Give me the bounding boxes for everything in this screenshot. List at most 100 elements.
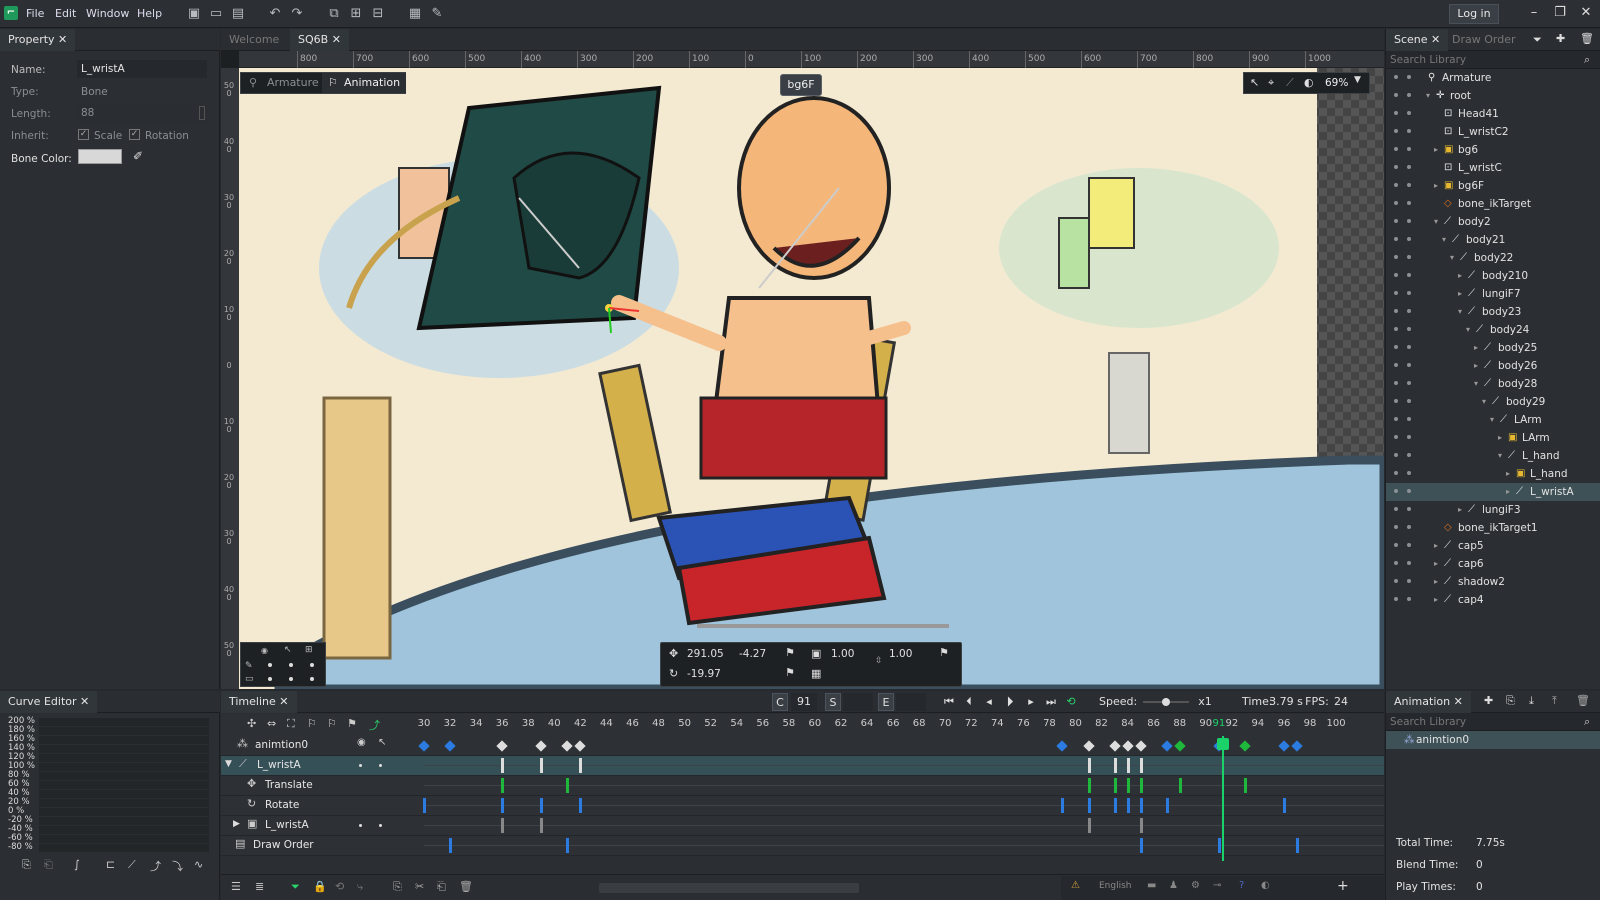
- login-button[interactable]: Log in: [1449, 4, 1499, 24]
- keyframe-marker[interactable]: [535, 740, 547, 752]
- visibility-toggle-icon[interactable]: [1394, 93, 1398, 97]
- keyframe-marker[interactable]: [1087, 798, 1091, 813]
- lock-toggle-icon[interactable]: [1407, 507, 1411, 511]
- keyframe-marker[interactable]: [1121, 740, 1134, 752]
- visibility-toggle-icon[interactable]: [1394, 543, 1398, 547]
- keyframe-marker[interactable]: [444, 740, 456, 752]
- new-file-icon[interactable]: ▣: [185, 5, 203, 23]
- row-visibility-dot[interactable]: [359, 764, 362, 767]
- scene-tree-row[interactable]: ▾ ⟋ body22: [1386, 249, 1600, 267]
- keyframe-marker[interactable]: [418, 740, 430, 752]
- keyframe-marker[interactable]: [1113, 798, 1117, 813]
- timeline-row[interactable]: ▤ Draw Order: [221, 836, 1384, 856]
- eye-icon[interactable]: ◉: [357, 737, 366, 748]
- keyframe-marker[interactable]: [579, 758, 583, 773]
- expand-arrow-icon[interactable]: ▾: [1434, 213, 1438, 231]
- visibility-toggle-icon[interactable]: [1394, 453, 1398, 457]
- visibility-toggle-icon[interactable]: [1394, 525, 1398, 529]
- scene-tree-row[interactable]: ◇ bone_ikTarget: [1386, 195, 1600, 213]
- timeline-row[interactable]: ⁂ animtion0 ◉ ↖: [221, 736, 1384, 756]
- visibility-toggle-icon[interactable]: [1394, 255, 1398, 259]
- expand-arrow-icon[interactable]: ▾: [1490, 411, 1494, 429]
- anchor-dot[interactable]: [289, 677, 293, 681]
- scene-tree-row[interactable]: ▸ ⟋ body26: [1386, 357, 1600, 375]
- visibility-toggle-icon[interactable]: [1394, 399, 1398, 403]
- scene-tree-row[interactable]: ▸ ▣ L_hand: [1386, 465, 1600, 483]
- menu-window[interactable]: Window: [86, 7, 129, 20]
- curve-custom-icon[interactable]: ∫: [74, 858, 80, 871]
- keyframe-marker[interactable]: [1239, 740, 1251, 752]
- lock-toggle-icon[interactable]: [1407, 291, 1411, 295]
- lock-toggle-icon[interactable]: [1407, 309, 1411, 313]
- timeline-row[interactable]: ▶ ▣ L_wristA: [221, 816, 1384, 836]
- visibility-toggle-icon[interactable]: [1394, 309, 1398, 313]
- curve-paste-icon[interactable]: ⎗: [44, 858, 53, 872]
- keyframe-marker[interactable]: [501, 798, 505, 813]
- expand-arrow-icon[interactable]: ▾: [1426, 87, 1430, 105]
- keyframe-marker[interactable]: [423, 798, 426, 813]
- scale-link-icon[interactable]: ⇳: [875, 656, 883, 666]
- keyframe-track[interactable]: [424, 776, 1384, 796]
- keyframe-marker[interactable]: [1061, 798, 1065, 813]
- lock-toggle-icon[interactable]: [1407, 435, 1411, 439]
- anchor-dot[interactable]: [289, 663, 293, 667]
- language-label[interactable]: English: [1099, 881, 1132, 891]
- open-folder-icon[interactable]: ▭: [207, 5, 225, 23]
- expand-arrow-icon[interactable]: ▾: [1498, 447, 1502, 465]
- lock-toggle-icon[interactable]: [1407, 183, 1411, 187]
- lock-toggle-icon[interactable]: [1407, 201, 1411, 205]
- scene-tree-row[interactable]: ⊡ Head41: [1386, 105, 1600, 123]
- tab-animation[interactable]: Animation ✕: [1386, 691, 1471, 713]
- brush-tool-icon[interactable]: ⟋: [1286, 76, 1294, 90]
- scene-tree-row[interactable]: ▸ ⟋ body25: [1386, 339, 1600, 357]
- expand-arrow-icon[interactable]: ▾: [1450, 249, 1454, 267]
- keyframe-marker[interactable]: [1126, 778, 1130, 793]
- visibility-toggle-icon[interactable]: [1394, 291, 1398, 295]
- keyframe-marker[interactable]: [1296, 838, 1299, 853]
- lock-toggle-icon[interactable]: [1407, 471, 1411, 475]
- lock-toggle-icon[interactable]: [1407, 237, 1411, 241]
- curve-linear-icon[interactable]: ⟋: [128, 858, 136, 872]
- tab-curve-editor[interactable]: Curve Editor ✕: [0, 691, 98, 713]
- lock-toggle-icon[interactable]: [1407, 129, 1411, 133]
- delete-animation-icon[interactable]: 🗑: [1576, 694, 1590, 707]
- pointer-icon[interactable]: ↖: [378, 737, 386, 748]
- grid-mini-icon[interactable]: ⊞: [305, 645, 313, 655]
- help-icon[interactable]: ?: [1239, 880, 1244, 891]
- visibility-toggle-icon[interactable]: [1394, 273, 1398, 277]
- keyframe-track[interactable]: [423, 796, 1384, 816]
- timeline-row[interactable]: ✥ Translate: [221, 776, 1384, 796]
- play-times-value[interactable]: 0: [1476, 881, 1483, 893]
- curve-copy-icon[interactable]: ⎘: [22, 858, 31, 872]
- rotation-checkbox[interactable]: ✓: [129, 129, 140, 140]
- scene-tree-row[interactable]: ▸ ⟋ shadow2: [1386, 573, 1600, 591]
- keyframe-marker[interactable]: [1087, 758, 1091, 773]
- animation-search-input[interactable]: Search Library: [1386, 713, 1600, 731]
- visibility-toggle-icon[interactable]: [1394, 165, 1398, 169]
- curve-graph[interactable]: [39, 718, 209, 852]
- lock-toggle-icon[interactable]: [1407, 327, 1411, 331]
- timeline-row[interactable]: ↻ Rotate: [221, 796, 1384, 816]
- expand-arrow-icon[interactable]: ▾: [1458, 303, 1462, 321]
- publish-icon[interactable]: ⊟: [369, 5, 387, 23]
- copy-animation-icon[interactable]: ⎘: [1506, 694, 1515, 708]
- scale-checkbox[interactable]: ✓: [78, 129, 89, 140]
- anchor-dot[interactable]: [268, 677, 272, 681]
- anchor-dot[interactable]: [310, 663, 314, 667]
- visibility-toggle-icon[interactable]: [1394, 561, 1398, 565]
- keyframe-marker[interactable]: [501, 818, 505, 833]
- export-animation-icon[interactable]: ⤒: [1552, 694, 1557, 708]
- pos-x-field[interactable]: 291.05: [687, 648, 724, 660]
- scene-tree-row[interactable]: ▾ ⟋ LArm: [1386, 411, 1600, 429]
- lock-toggle-icon[interactable]: [1407, 417, 1411, 421]
- toggle-icon[interactable]: ◐: [1261, 880, 1270, 891]
- visibility-toggle-icon[interactable]: [1394, 381, 1398, 385]
- lock-toggle-icon[interactable]: [1407, 255, 1411, 259]
- lock-toggle-icon[interactable]: [1407, 147, 1411, 151]
- keyframe-marker[interactable]: [1113, 778, 1117, 793]
- keyframe-marker[interactable]: [1087, 818, 1091, 833]
- row-lock-dot[interactable]: [379, 764, 382, 767]
- keyframe-marker[interactable]: [1243, 778, 1247, 793]
- delete-icon[interactable]: 🗑: [1580, 32, 1594, 45]
- import-animation-icon[interactable]: ⤓: [1529, 694, 1534, 708]
